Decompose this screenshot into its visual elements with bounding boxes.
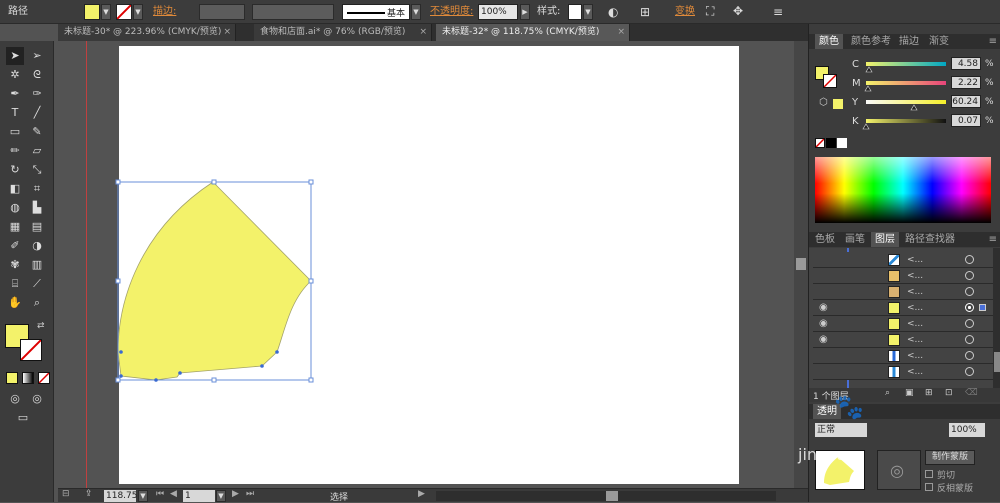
- last-artboard-icon[interactable]: ⏭: [246, 489, 254, 499]
- layer-row[interactable]: ◉ <...: [813, 300, 993, 316]
- status-bar: ⊟ ⇪ 118.75 ▼ ⏮ ◀ 1 ▼ ▶ ⏭ 选择 ▶: [58, 488, 808, 503]
- black-swatch[interactable]: [826, 138, 836, 148]
- layers-scrollbar[interactable]: [993, 248, 1000, 388]
- zoom-dropdown[interactable]: ▼: [138, 490, 148, 502]
- target-icon[interactable]: [965, 319, 974, 328]
- clip-label: 剪切: [937, 471, 956, 481]
- vertical-scrollbar[interactable]: [794, 41, 808, 488]
- invert-mask-label: 反相蒙版: [937, 484, 974, 494]
- transparency-panel-tabs: 透明: [809, 404, 1000, 419]
- m-slider-marker[interactable]: [864, 85, 872, 92]
- hscroll-thumb[interactable]: [606, 491, 618, 501]
- transparency-opacity-input[interactable]: 100%: [949, 423, 985, 437]
- layers-menu-icon[interactable]: ≡: [989, 232, 997, 247]
- layers-footer: 1 个图层 ⌕ ▣ ⊞ ⊡ ⌫: [809, 388, 1000, 402]
- eye-icon[interactable]: ◉: [819, 300, 828, 316]
- new-sublayer-icon[interactable]: ⊞: [925, 388, 933, 398]
- layers-panel-tabs: 色板 画笔 图层 路径查找器 ≡: [809, 232, 1000, 247]
- first-artboard-icon[interactable]: ⏮: [156, 489, 164, 499]
- object-thumbnail[interactable]: [815, 450, 865, 490]
- selection-indicator[interactable]: [979, 304, 986, 311]
- next-artboard-icon[interactable]: ▶: [232, 489, 239, 499]
- prev-artboard-icon[interactable]: ◀: [170, 489, 177, 499]
- target-icon[interactable]: [965, 335, 974, 344]
- delete-layer-icon[interactable]: ⌫: [965, 388, 978, 398]
- layer-row[interactable]: ◉ <...: [813, 332, 993, 348]
- layer-thumbnail: [888, 366, 900, 378]
- eye-icon[interactable]: ◉: [819, 332, 828, 348]
- layer-row[interactable]: <...: [813, 284, 993, 300]
- zoom-field[interactable]: 118.75: [104, 490, 138, 502]
- current-tool-label: 选择: [330, 493, 349, 503]
- right-panel-dock: 颜色 颜色参考 描边 渐变 ≡ ⬡ C 4.58 % M 2.22 % Y 60…: [808, 24, 1000, 502]
- layer-thumbnail: [888, 318, 900, 330]
- tab-layers[interactable]: 图层: [871, 232, 899, 247]
- status-menu-icon[interactable]: ▶: [418, 489, 425, 499]
- layer-row[interactable]: ◉ <...: [813, 316, 993, 332]
- layer-row[interactable]: <...: [813, 364, 993, 380]
- mask-thumbnail[interactable]: ◎: [877, 450, 921, 490]
- layers-scroll-thumb[interactable]: [994, 352, 1000, 372]
- export-icon[interactable]: ⇪: [85, 489, 93, 499]
- tab-brushes[interactable]: 画笔: [841, 232, 869, 247]
- artboard-nav-icon[interactable]: ⊟: [62, 489, 70, 499]
- yellow-shape[interactable]: [117, 181, 312, 381]
- target-icon[interactable]: [965, 271, 974, 280]
- tab-swatches[interactable]: 色板: [811, 232, 839, 247]
- target-icon[interactable]: [965, 303, 974, 312]
- page-field[interactable]: 1: [183, 490, 215, 502]
- color-spectrum[interactable]: [815, 157, 991, 223]
- make-mask-button[interactable]: 制作蒙版: [925, 450, 975, 465]
- invert-mask-checkbox[interactable]: [925, 483, 933, 491]
- layers-list: <... <... <... ◉ <... ◉ <... ◉ <... <...…: [809, 248, 993, 388]
- slider-markers: [862, 66, 918, 130]
- new-layer-icon[interactable]: ⊡: [945, 388, 953, 398]
- layer-thumbnail: [888, 254, 900, 266]
- layer-row[interactable]: <...: [813, 268, 993, 284]
- eye-icon[interactable]: ◉: [819, 316, 828, 332]
- c-slider-marker[interactable]: [865, 66, 873, 73]
- layer-row[interactable]: <...: [813, 252, 993, 268]
- clip-checkbox[interactable]: [925, 470, 933, 478]
- target-icon[interactable]: [965, 367, 974, 376]
- target-icon[interactable]: [965, 351, 974, 360]
- y-slider-marker[interactable]: [910, 104, 918, 111]
- layer-thumbnail: [888, 270, 900, 282]
- horizontal-scrollbar[interactable]: [436, 491, 776, 501]
- target-icon[interactable]: [965, 287, 974, 296]
- layer-thumbnail: [888, 334, 900, 346]
- k-slider-marker[interactable]: [862, 123, 870, 130]
- none-color-swatch[interactable]: [815, 138, 825, 148]
- target-icon[interactable]: [965, 255, 974, 264]
- white-swatch[interactable]: [837, 138, 847, 148]
- tab-transparency[interactable]: 透明: [813, 404, 841, 419]
- layer-count: 1 个图层: [813, 392, 849, 402]
- blend-mode-select[interactable]: 正常: [815, 423, 867, 437]
- layer-thumbnail: [888, 286, 900, 298]
- artwork-layer: [115, 179, 314, 383]
- locate-object-icon[interactable]: ⌕: [885, 388, 890, 398]
- mask-link-icon: ◎: [890, 461, 904, 480]
- clipping-mask-icon[interactable]: ▣: [905, 388, 914, 398]
- tab-pathfinder[interactable]: 路径查找器: [901, 232, 959, 247]
- page-dropdown[interactable]: ▼: [216, 490, 226, 502]
- layer-thumbnail: [888, 350, 900, 362]
- layer-thumbnail: [888, 302, 900, 314]
- scroll-thumb[interactable]: [796, 258, 806, 270]
- layer-row[interactable]: <...: [813, 348, 993, 364]
